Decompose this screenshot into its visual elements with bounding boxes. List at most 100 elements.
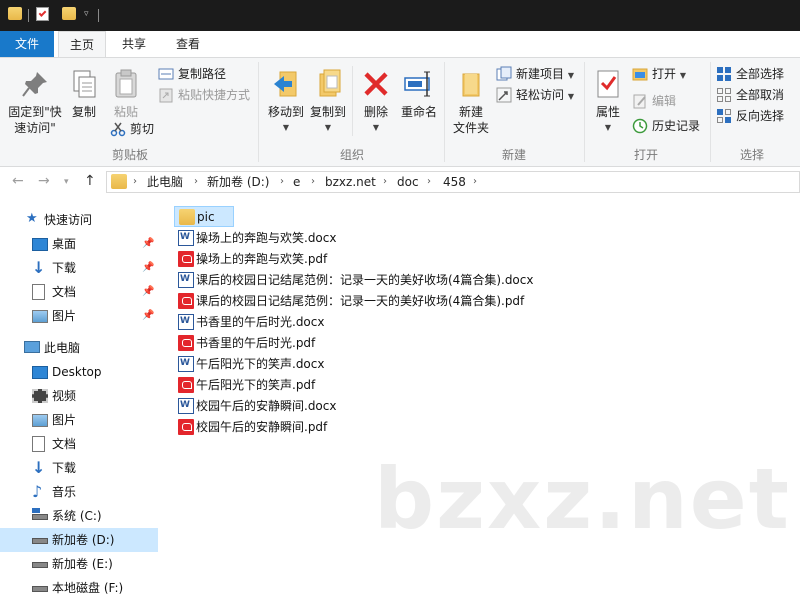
breadcrumb-bzxz[interactable]: bzxz.net [325,172,376,192]
new-folder-icon[interactable] [62,7,76,20]
chevron-down-icon: ▼ [567,92,574,101]
edit-label: 编辑 [652,94,677,108]
nav-quick-documents[interactable]: 文档 📌 [0,280,158,304]
nav-this-pc[interactable]: 此电脑 [0,336,158,360]
tab-view[interactable]: 查看 [162,31,214,57]
select-group-label: 选择 [739,148,764,162]
list-item[interactable]: 书香里的午后时光.docx [174,312,324,333]
tab-file[interactable]: 文件 [0,31,54,57]
nav-drive-e[interactable]: 新加卷 (E:) [0,552,158,576]
file-name: 午后阳光下的笑声.pdf [196,378,316,392]
new-folder-label-line2: 文件夹 [452,121,489,135]
nav-label: 此电脑 [44,341,81,355]
select-none-icon [716,87,732,103]
recent-locations-button[interactable]: ▾ [64,177,69,187]
nav-drive-d[interactable]: 新加卷 (D:) [0,528,158,552]
breadcrumb-doc[interactable]: doc [397,172,419,192]
edit-button[interactable]: 编辑 [632,91,676,111]
paste-shortcut-button[interactable]: 粘贴快捷方式 [158,85,250,105]
nav-pc-videos[interactable]: 视频 [0,384,158,408]
address-row: ← → ▾ ↑ › 此电脑 › 新加卷 (D:) › e › bzxz.net … [0,168,800,196]
list-item[interactable]: 课后的校园日记结尾范例：记录一天的美好收场(4篇合集).docx [174,270,533,291]
breadcrumb-e[interactable]: e [293,172,300,192]
nav-pc-downloads[interactable]: ↓ 下载 [0,456,158,480]
invert-selection-button[interactable]: 反向选择 [716,106,784,126]
select-none-button[interactable]: 全部取消 [716,85,784,105]
file-name: 操场上的奔跑与欢笑.docx [196,231,337,245]
breadcrumb-458[interactable]: 458 [443,172,466,192]
breadcrumb-this-pc[interactable]: 此电脑 [147,172,183,192]
nav-pc-documents[interactable]: 文档 [0,432,158,456]
move-to-button[interactable]: 移动到 ▼ [266,68,306,136]
pdf-icon [178,293,194,309]
tab-home[interactable]: 主页 [58,31,106,58]
breadcrumb-drive-d[interactable]: 新加卷 (D:) [207,172,269,192]
list-item[interactable]: 课后的校园日记结尾范例：记录一天的美好收场(4篇合集).pdf [174,291,524,312]
nav-quick-desktop[interactable]: 桌面 📌 [0,232,158,256]
forward-button[interactable]: → [38,173,50,189]
nav-pc-desktop[interactable]: Desktop [0,360,158,384]
list-item[interactable]: 书香里的午后时光.pdf [174,333,315,354]
pin-icon: 📌 [142,310,155,321]
nav-drive-f[interactable]: 本地磁盘 (F:) [0,576,158,600]
computer-icon [24,341,40,353]
properties-label: 属性 [595,105,620,119]
new-folder-icon [455,68,487,100]
paste-button[interactable]: 粘贴 [110,68,142,120]
up-button[interactable]: ↑ [84,173,96,189]
file-name: 课后的校园日记结尾范例：记录一天的美好收场(4篇合集).pdf [196,294,525,308]
drive-icon [32,562,48,568]
pin-to-quick-access-button[interactable]: 固定到"快 速访问" [4,68,66,136]
nav-label: Desktop [52,365,102,379]
rename-button[interactable]: 重命名 [398,68,440,120]
paste-label: 粘贴 [113,105,138,119]
select-all-label: 全部选择 [736,67,785,81]
move-to-icon [270,68,302,100]
nav-quick-pictures[interactable]: 图片 📌 [0,304,158,328]
list-item-folder[interactable]: pic [174,206,234,227]
folder-icon[interactable] [8,7,22,20]
new-folder-button[interactable]: 新建 文件夹 [450,68,492,136]
list-item[interactable]: 午后阳光下的笑声.docx [174,354,324,375]
copy-path-button[interactable]: 复制路径 [158,64,226,84]
nav-label: 文档 [52,285,77,299]
nav-drive-c[interactable]: 系统 (C:) [0,504,158,528]
invert-selection-icon [716,108,732,124]
copy-to-icon [312,68,344,100]
paste-shortcut-label: 粘贴快捷方式 [178,88,251,102]
tab-share[interactable]: 共享 [110,31,158,57]
new-item-button[interactable]: 新建项目 ▼ [496,64,574,84]
back-button[interactable]: ← [12,173,24,189]
copy-to-button[interactable]: 复制到 ▼ [308,68,348,136]
nav-pc-pictures[interactable]: 图片 [0,408,158,432]
customize-toolbar-icon[interactable]: ▿ [84,9,89,19]
open-label: 打开 [652,67,677,81]
easy-access-button[interactable]: 轻松访问 ▼ [496,85,574,105]
documents-icon [32,436,45,452]
address-bar[interactable]: › 此电脑 › 新加卷 (D:) › e › bzxz.net › doc › … [106,171,800,193]
properties-icon[interactable] [36,7,49,21]
file-name: 操场上的奔跑与欢笑.pdf [196,252,328,266]
list-item[interactable]: 校园午后的安静瞬间.docx [174,396,336,417]
chevron-down-icon: ▼ [679,71,686,80]
list-item[interactable]: 操场上的奔跑与欢笑.pdf [174,249,327,270]
list-item[interactable]: 午后阳光下的笑声.pdf [174,375,315,396]
history-button[interactable]: 历史记录 [632,116,700,136]
nav-label: 本地磁盘 (F:) [52,581,124,595]
list-item[interactable]: 校园午后的安静瞬间.pdf [174,417,327,438]
delete-button[interactable]: 删除 ▼ [358,68,394,136]
select-all-button[interactable]: 全部选择 [716,64,784,84]
nav-quick-access[interactable]: ★ 快速访问 [0,208,158,232]
properties-button[interactable]: 属性 ▼ [590,68,626,136]
cut-label: 剪切 [130,122,155,136]
open-button[interactable]: 打开 ▼ [632,64,686,84]
divider [28,9,29,22]
pdf-icon [178,335,194,351]
cut-button[interactable]: 剪切 [110,119,154,139]
list-item[interactable]: 操场上的奔跑与欢笑.docx [174,228,336,249]
copy-button[interactable]: 复制 [68,68,100,120]
properties-icon [592,68,624,100]
nav-pc-music[interactable]: ♪ 音乐 [0,480,158,504]
nav-quick-downloads[interactable]: ↓ 下载 📌 [0,256,158,280]
file-name: 校园午后的安静瞬间.pdf [196,420,328,434]
